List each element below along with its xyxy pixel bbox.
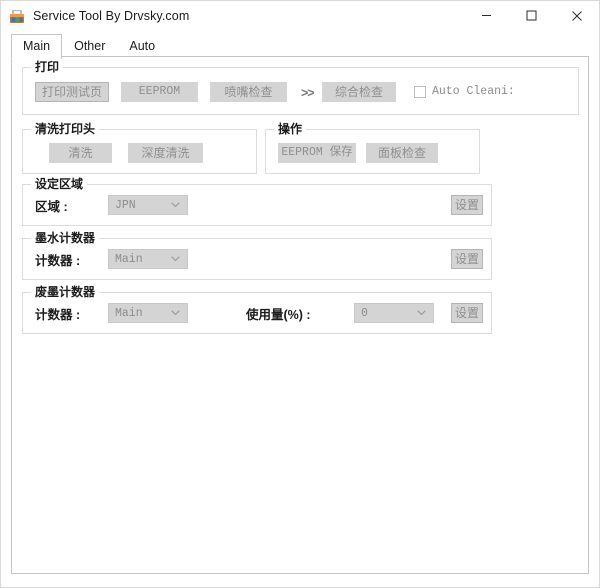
group-operation: 操作 EEPROM 保存 面板检查 (265, 122, 480, 174)
group-print-legend: 打印 (31, 60, 64, 74)
tab-page-main: 打印 打印测试页 EEPROM 喷嘴检查 >> 综合检查 Auto Cleani… (11, 56, 589, 574)
maximize-button[interactable] (509, 1, 554, 30)
group-print: 打印 打印测试页 EEPROM 喷嘴检查 >> 综合检查 Auto Cleani… (22, 60, 579, 115)
group-ink-counter: 墨水计数器 计数器 : Main 设置 (22, 231, 492, 280)
tab-main-label: Main (23, 39, 51, 53)
waste-ink-usage-combobox[interactable]: 0 (354, 303, 434, 323)
window-title: Service Tool By Drvsky.com (33, 8, 190, 23)
auto-cleaning-checkbox-wrap[interactable]: Auto Cleani: (414, 85, 515, 98)
group-region-setting: 设定区域 区域 : JPN 设置 (22, 177, 492, 226)
group-clean-print-head-legend: 清洗打印头 (31, 122, 100, 136)
close-button[interactable] (554, 1, 599, 30)
print-test-page-button[interactable]: 打印测试页 (35, 82, 109, 102)
group-waste-ink-counter-legend: 废墨计数器 (31, 285, 100, 299)
window-controls (464, 1, 599, 30)
eeprom-save-button[interactable]: EEPROM 保存 (278, 143, 356, 163)
group-clean-print-head: 清洗打印头 清洗 深度清洗 (22, 122, 257, 174)
tab-other[interactable]: Other (62, 34, 117, 58)
ink-counter-field-label: 计数器 : (35, 254, 81, 268)
tab-other-label: Other (74, 39, 106, 53)
group-ink-counter-legend: 墨水计数器 (31, 231, 100, 245)
waste-ink-counter-combobox[interactable]: Main (108, 303, 188, 323)
minimize-icon (482, 15, 491, 16)
chevron-down-icon (169, 307, 181, 319)
ink-counter-set-button[interactable]: 设置 (451, 249, 483, 269)
region-combobox[interactable]: JPN (108, 195, 188, 215)
waste-ink-counter-set-button[interactable]: 设置 (451, 303, 483, 323)
maximize-icon (526, 10, 537, 21)
tab-auto[interactable]: Auto (117, 34, 167, 58)
chevron-down-icon (169, 253, 181, 265)
minimize-button[interactable] (464, 1, 509, 30)
tab-main[interactable]: Main (11, 34, 63, 59)
clean-button[interactable]: 清洗 (49, 143, 112, 163)
waste-ink-usage-combobox-value: 0 (361, 306, 368, 320)
tab-auto-label: Auto (129, 39, 156, 53)
ink-counter-combobox-value: Main (115, 252, 143, 266)
group-operation-legend: 操作 (274, 122, 307, 136)
chevron-down-icon (169, 199, 181, 211)
ink-counter-combobox[interactable]: Main (108, 249, 188, 269)
app-toolbox-icon (9, 8, 25, 24)
auto-cleaning-label: Auto Cleani: (432, 85, 515, 98)
waste-ink-counter-combobox-value: Main (115, 306, 143, 320)
waste-ink-counter-field-label: 计数器 : (35, 308, 81, 322)
panel-check-button[interactable]: 面板检查 (366, 143, 438, 163)
auto-cleaning-checkbox[interactable] (414, 85, 426, 98)
app-window: Service Tool By Drvsky.com Main Other Au… (0, 0, 600, 588)
region-field-label: 区域 : (35, 200, 68, 214)
group-waste-ink-counter: 废墨计数器 计数器 : Main 使用量(%) : 0 设置 (22, 285, 492, 334)
group-region-setting-legend: 设定区域 (31, 177, 88, 191)
arrow-separator: >> (301, 86, 315, 100)
region-set-button[interactable]: 设置 (451, 195, 483, 215)
tab-strip: Main Other Auto (11, 34, 167, 59)
eeprom-button[interactable]: EEPROM (121, 82, 198, 102)
chevron-down-icon (415, 307, 427, 319)
waste-ink-usage-label: 使用量(%) : (246, 308, 311, 322)
deep-clean-button[interactable]: 深度清洗 (128, 143, 203, 163)
region-combobox-value: JPN (115, 198, 136, 212)
title-bar: Service Tool By Drvsky.com (1, 1, 599, 30)
comprehensive-check-button[interactable]: 综合检查 (322, 82, 396, 102)
nozzle-check-button[interactable]: 喷嘴检查 (210, 82, 287, 102)
close-icon (571, 10, 582, 21)
